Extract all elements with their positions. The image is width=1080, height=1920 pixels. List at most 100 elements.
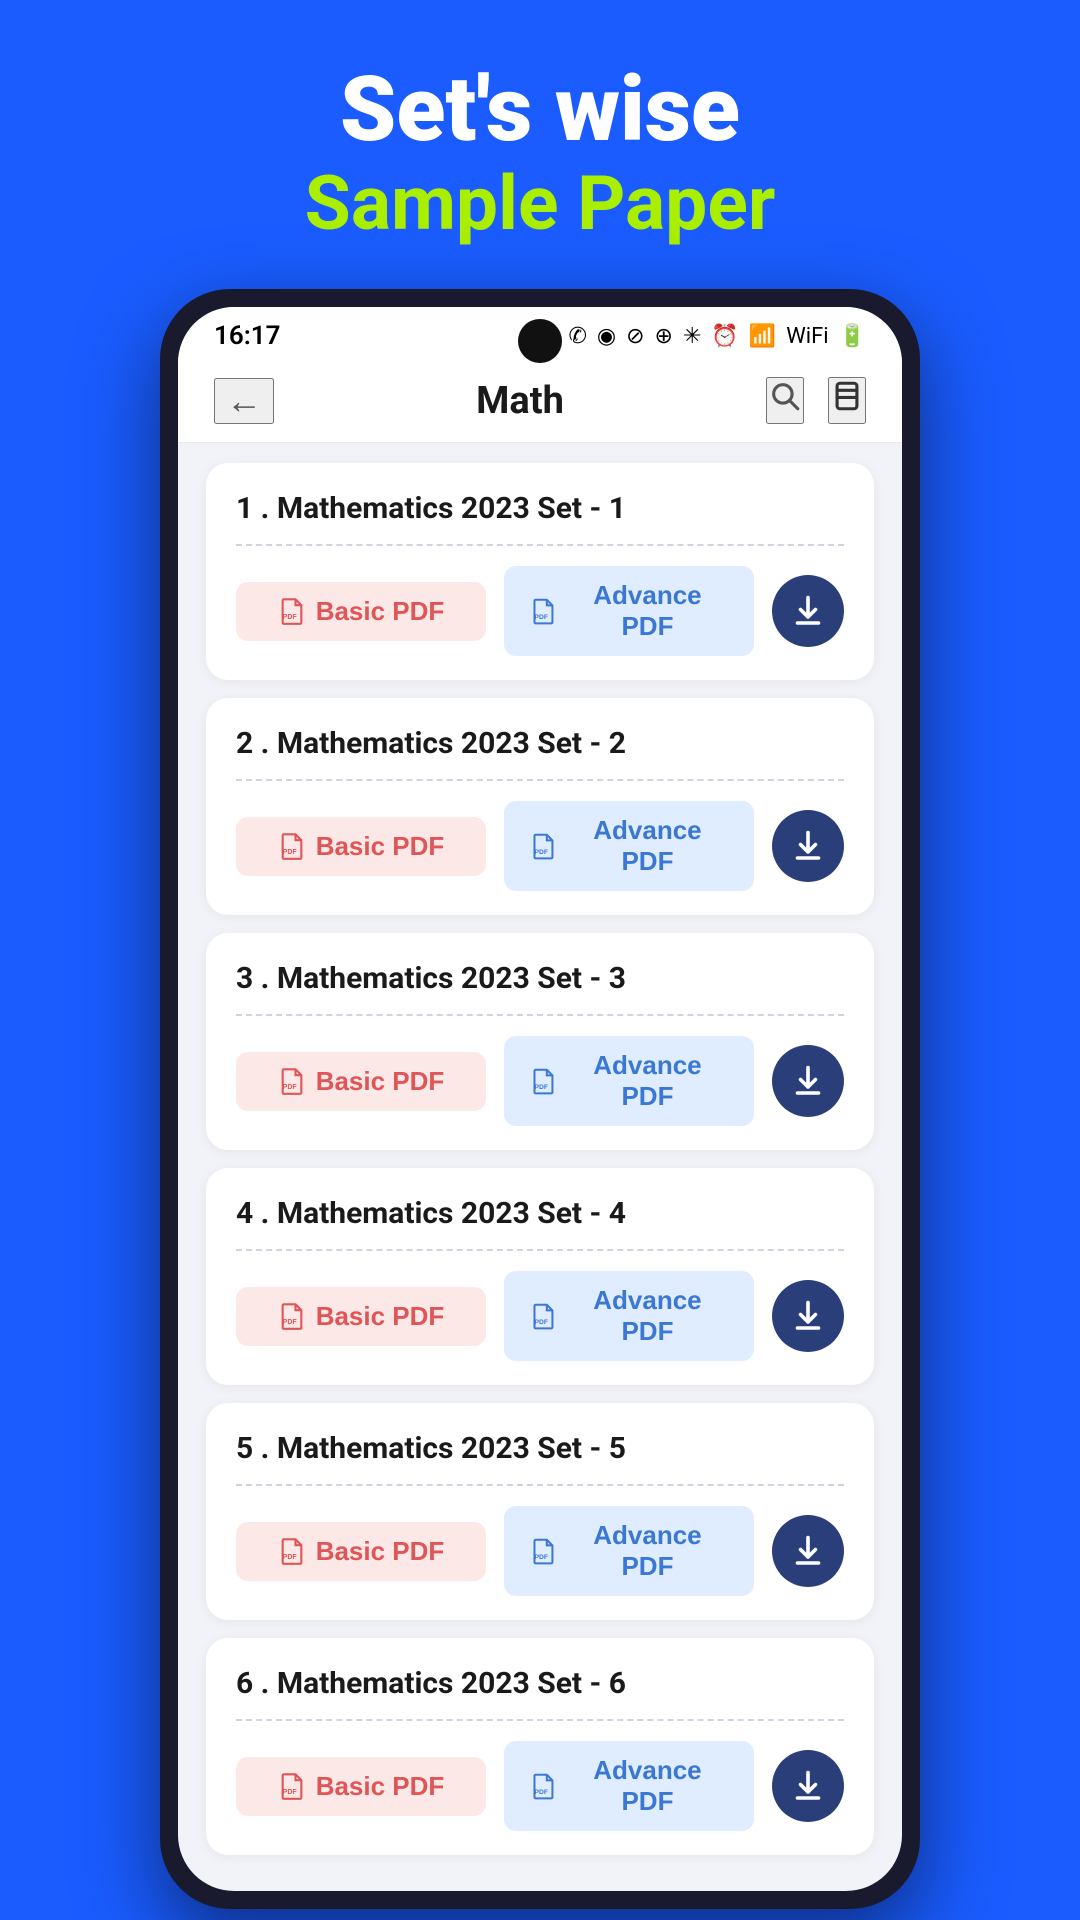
pdf-icon-blue-5: PDF: [530, 1537, 557, 1565]
download-button-4[interactable]: [772, 1280, 844, 1352]
location-icon: ⊕: [655, 324, 673, 349]
svg-text:PDF: PDF: [534, 1084, 547, 1091]
svg-text:PDF: PDF: [282, 849, 297, 856]
svg-text:PDF: PDF: [282, 1319, 297, 1326]
wifi-icon: WiFi: [786, 324, 828, 349]
divider-2: [236, 779, 844, 781]
download-icon-3: [790, 1063, 826, 1099]
basic-pdf-label-2: Basic PDF: [316, 831, 445, 862]
basic-pdf-button-1[interactable]: PDF Basic PDF: [236, 582, 486, 641]
phone-wrapper: 16:17 ✆ ◉ ⊘ ⊕ ✳ ⏰ 📶 WiFi 🔋 ← Math: [160, 289, 920, 1909]
download-icon-4: [790, 1298, 826, 1334]
search-button[interactable]: [766, 377, 804, 424]
svg-text:PDF: PDF: [282, 614, 297, 621]
bluetooth-icon: ✳: [683, 324, 701, 349]
header-section: Set's wise Sample Paper: [305, 60, 776, 249]
download-button-2[interactable]: [772, 810, 844, 882]
advance-pdf-button-4[interactable]: PDF Advance PDF: [504, 1271, 754, 1361]
header-subtitle: Sample Paper: [305, 159, 776, 249]
advance-pdf-label-1: Advance PDF: [567, 580, 728, 642]
advance-pdf-label-4: Advance PDF: [567, 1285, 728, 1347]
paper-card-2: 2 . Mathematics 2023 Set - 2 PDF Basic P…: [206, 698, 874, 915]
basic-pdf-label-4: Basic PDF: [316, 1301, 445, 1332]
download-icon-5: [790, 1533, 826, 1569]
bookmark-button[interactable]: [828, 377, 866, 424]
basic-pdf-button-6[interactable]: PDF Basic PDF: [236, 1757, 486, 1816]
basic-pdf-label-3: Basic PDF: [316, 1066, 445, 1097]
pdf-icon-blue-1: PDF: [530, 597, 557, 625]
advance-pdf-button-6[interactable]: PDF Advance PDF: [504, 1741, 754, 1831]
divider-5: [236, 1484, 844, 1486]
basic-pdf-button-3[interactable]: PDF Basic PDF: [236, 1052, 486, 1111]
paper-card-4: 4 . Mathematics 2023 Set - 4 PDF Basic P…: [206, 1168, 874, 1385]
svg-text:PDF: PDF: [282, 1084, 297, 1091]
basic-pdf-label-5: Basic PDF: [316, 1536, 445, 1567]
advance-pdf-label-3: Advance PDF: [567, 1050, 728, 1112]
nav-title: Math: [476, 379, 564, 423]
advance-pdf-button-1[interactable]: PDF Advance PDF: [504, 566, 754, 656]
media-icon: ◉: [597, 324, 616, 349]
pdf-icon-red-1: PDF: [278, 597, 306, 625]
basic-pdf-button-2[interactable]: PDF Basic PDF: [236, 817, 486, 876]
basic-pdf-label-6: Basic PDF: [316, 1771, 445, 1802]
pdf-icon-blue-6: PDF: [530, 1772, 557, 1800]
paper-title-5: 5 . Mathematics 2023 Set - 5: [236, 1431, 844, 1466]
download-button-6[interactable]: [772, 1750, 844, 1822]
svg-text:PDF: PDF: [534, 1554, 547, 1561]
divider-6: [236, 1719, 844, 1721]
whatsapp-icon: ✆: [568, 324, 586, 349]
download-icon-6: [790, 1768, 826, 1804]
download-icon-2: [790, 828, 826, 864]
pdf-icon-red-2: PDF: [278, 832, 306, 860]
svg-text:PDF: PDF: [534, 614, 547, 621]
paper-title-4: 4 . Mathematics 2023 Set - 4: [236, 1196, 844, 1231]
paper-title-1: 1 . Mathematics 2023 Set - 1: [236, 491, 844, 526]
divider-4: [236, 1249, 844, 1251]
paper-actions-2: PDF Basic PDF PDF Advance PDF: [236, 801, 844, 891]
download-icon-1: [790, 593, 826, 629]
pdf-icon-red-5: PDF: [278, 1537, 306, 1565]
svg-text:PDF: PDF: [282, 1554, 297, 1561]
battery-icon: 🔋: [839, 324, 866, 349]
advance-pdf-label-2: Advance PDF: [567, 815, 728, 877]
paper-actions-5: PDF Basic PDF PDF Advance PDF: [236, 1506, 844, 1596]
paper-actions-3: PDF Basic PDF PDF Advance PDF: [236, 1036, 844, 1126]
advance-pdf-label-6: Advance PDF: [567, 1755, 728, 1817]
divider-1: [236, 544, 844, 546]
basic-pdf-button-5[interactable]: PDF Basic PDF: [236, 1522, 486, 1581]
paper-title-2: 2 . Mathematics 2023 Set - 2: [236, 726, 844, 761]
basic-pdf-button-4[interactable]: PDF Basic PDF: [236, 1287, 486, 1346]
paper-card-1: 1 . Mathematics 2023 Set - 1 PDF Basic P…: [206, 463, 874, 680]
download-button-3[interactable]: [772, 1045, 844, 1117]
paper-card-6: 6 . Mathematics 2023 Set - 6 PDF Basic P…: [206, 1638, 874, 1855]
top-nav: ← Math: [178, 359, 902, 443]
signal-icon: 📶: [749, 324, 776, 349]
status-time: 16:17: [214, 321, 281, 351]
paper-actions-6: PDF Basic PDF PDF Advance PDF: [236, 1741, 844, 1831]
pdf-icon-blue-2: PDF: [530, 832, 557, 860]
paper-title-6: 6 . Mathematics 2023 Set - 6: [236, 1666, 844, 1701]
alarm-icon: ⏰: [711, 324, 738, 349]
advance-pdf-button-3[interactable]: PDF Advance PDF: [504, 1036, 754, 1126]
dnd-icon: ⊘: [626, 324, 644, 349]
phone-inner: 16:17 ✆ ◉ ⊘ ⊕ ✳ ⏰ 📶 WiFi 🔋 ← Math: [178, 307, 902, 1891]
pdf-icon-red-6: PDF: [278, 1772, 306, 1800]
paper-title-3: 3 . Mathematics 2023 Set - 3: [236, 961, 844, 996]
content-area[interactable]: 1 . Mathematics 2023 Set - 1 PDF Basic P…: [178, 443, 902, 1891]
svg-text:PDF: PDF: [534, 1789, 547, 1796]
download-button-5[interactable]: [772, 1515, 844, 1587]
download-button-1[interactable]: [772, 575, 844, 647]
advance-pdf-button-5[interactable]: PDF Advance PDF: [504, 1506, 754, 1596]
basic-pdf-label-1: Basic PDF: [316, 596, 445, 627]
svg-text:PDF: PDF: [534, 849, 547, 856]
paper-actions-1: PDF Basic PDF PDF Advance PDF: [236, 566, 844, 656]
back-button[interactable]: ←: [214, 378, 274, 424]
pdf-icon-blue-3: PDF: [530, 1067, 557, 1095]
svg-text:PDF: PDF: [282, 1789, 297, 1796]
advance-pdf-label-5: Advance PDF: [567, 1520, 728, 1582]
advance-pdf-button-2[interactable]: PDF Advance PDF: [504, 801, 754, 891]
nav-actions: [766, 377, 866, 424]
paper-card-5: 5 . Mathematics 2023 Set - 5 PDF Basic P…: [206, 1403, 874, 1620]
divider-3: [236, 1014, 844, 1016]
camera-notch: [518, 319, 562, 363]
